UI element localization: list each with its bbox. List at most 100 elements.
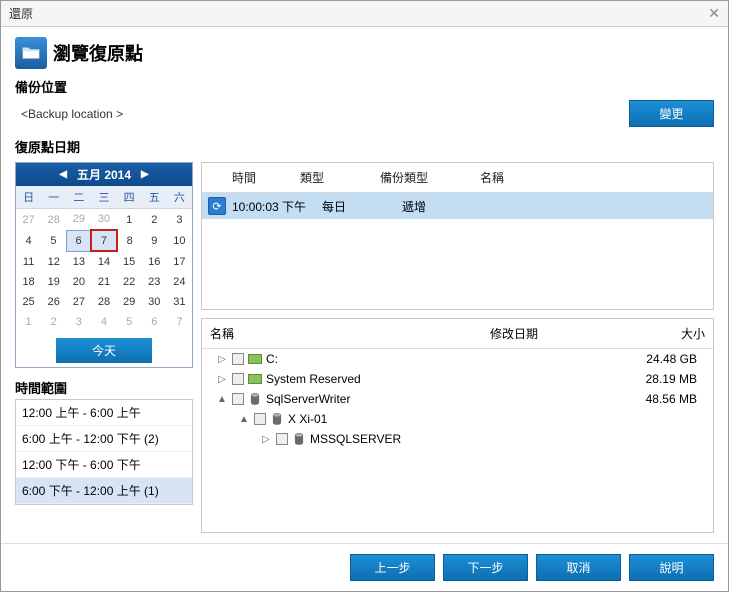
cal-day[interactable]: 15	[117, 251, 142, 272]
tree-node-label: C:	[266, 352, 278, 366]
cal-day[interactable]: 8	[117, 230, 142, 251]
cal-day[interactable]: 2	[142, 209, 167, 231]
cal-prev-icon[interactable]: ◀	[59, 169, 67, 180]
tree-col-name[interactable]: 名稱	[202, 319, 482, 348]
tree-row[interactable]: ▷ C: 24.48 GB	[202, 349, 713, 369]
checkbox[interactable]	[232, 393, 244, 405]
today-button[interactable]: 今天	[56, 338, 152, 363]
tree-node-size: 24.48 GB	[598, 352, 707, 366]
cal-day[interactable]: 16	[142, 251, 167, 272]
tree-row[interactable]: ▷ MSSQLSERVER	[202, 429, 713, 449]
cancel-button[interactable]: 取消	[536, 554, 621, 581]
col-time[interactable]: 時間	[202, 163, 292, 192]
expand-icon[interactable]: ▲	[216, 394, 228, 405]
time-range-label: 時間範圍	[15, 378, 193, 397]
cal-day[interactable]: 27	[16, 209, 41, 231]
tree-node-size: 48.56 MB	[598, 392, 707, 406]
cal-dow: 一	[41, 186, 66, 209]
time-range-item[interactable]: 12:00 上午 - 6:00 上午	[16, 400, 192, 426]
cal-day[interactable]: 11	[16, 251, 41, 272]
checkbox[interactable]	[232, 353, 244, 365]
cal-day[interactable]: 1	[117, 209, 142, 231]
cal-next-icon[interactable]: ▶	[141, 169, 149, 180]
cal-day[interactable]: 26	[41, 292, 66, 312]
cal-day[interactable]: 3	[66, 312, 91, 332]
next-button[interactable]: 下一步	[443, 554, 528, 581]
cal-day[interactable]: 28	[41, 209, 66, 231]
expand-icon[interactable]: ▷	[260, 434, 272, 445]
time-range-list: 12:00 上午 - 6:00 上午6:00 上午 - 12:00 下午 (2)…	[15, 399, 193, 505]
cal-day[interactable]: 3	[167, 209, 192, 231]
cal-day[interactable]: 28	[91, 292, 116, 312]
cal-day[interactable]: 2	[41, 312, 66, 332]
footer: 上一步 下一步 取消 說明	[1, 543, 728, 591]
tree-row[interactable]: ▲SqlServerWriter48.56 MB	[202, 389, 713, 409]
expand-icon[interactable]: ▲	[238, 414, 250, 425]
cal-day[interactable]: 24	[167, 272, 192, 292]
cal-day[interactable]: 14	[91, 251, 116, 272]
cal-day[interactable]: 20	[66, 272, 91, 292]
time-range-item[interactable]: 6:00 上午 - 12:00 下午 (2)	[16, 426, 192, 452]
tree-col-size[interactable]: 大小	[602, 319, 713, 348]
backup-location-text: <Backup location >	[15, 107, 123, 121]
expand-icon[interactable]: ▷	[216, 354, 228, 365]
cal-day[interactable]: 4	[16, 230, 41, 251]
cal-dow: 四	[117, 186, 142, 209]
cal-day[interactable]: 6	[66, 230, 91, 251]
col-name[interactable]: 名稱	[472, 163, 713, 192]
recovery-point-row[interactable]: ⟳10:00:03 下午每日遞增	[202, 193, 713, 219]
cal-day[interactable]: 7	[91, 230, 116, 251]
cal-day[interactable]: 30	[142, 292, 167, 312]
time-range-item[interactable]: 6:00 下午 - 12:00 上午 (1)	[16, 478, 192, 504]
close-icon[interactable]: ✕	[708, 5, 720, 22]
checkbox[interactable]	[276, 433, 288, 445]
tree-node-size: 28.19 MB	[598, 372, 707, 386]
time-range-item[interactable]: 12:00 下午 - 6:00 下午	[16, 452, 192, 478]
prev-button[interactable]: 上一步	[350, 554, 435, 581]
sql-icon	[292, 432, 306, 446]
recovery-point-icon: ⟳	[208, 197, 226, 215]
sql-icon	[270, 412, 284, 426]
cal-day[interactable]: 27	[66, 292, 91, 312]
cal-day[interactable]: 9	[142, 230, 167, 251]
tree-row[interactable]: ▷System Reserved28.19 MB	[202, 369, 713, 389]
cal-day[interactable]: 18	[16, 272, 41, 292]
cal-day[interactable]: 17	[167, 251, 192, 272]
file-tree: 名稱 修改日期 大小 ▷ C: 24.48 GB ▷System Reserved28…	[201, 318, 714, 533]
change-button[interactable]: 變更	[629, 100, 714, 127]
cal-day[interactable]: 31	[167, 292, 192, 312]
cal-day[interactable]: 25	[16, 292, 41, 312]
cal-day[interactable]: 7	[167, 312, 192, 332]
cal-day[interactable]: 6	[142, 312, 167, 332]
cal-day[interactable]: 10	[167, 230, 192, 251]
cal-day[interactable]: 29	[66, 209, 91, 231]
cal-day[interactable]: 23	[142, 272, 167, 292]
cal-day[interactable]: 13	[66, 251, 91, 272]
checkbox[interactable]	[232, 373, 244, 385]
checkbox[interactable]	[254, 413, 266, 425]
cal-day[interactable]: 5	[41, 230, 66, 251]
cal-day[interactable]: 5	[117, 312, 142, 332]
cal-day[interactable]: 1	[16, 312, 41, 332]
help-button[interactable]: 說明	[629, 554, 714, 581]
cal-day[interactable]: 22	[117, 272, 142, 292]
cal-day[interactable]: 4	[91, 312, 116, 332]
folder-icon	[15, 37, 47, 69]
tree-row[interactable]: ▲X Xi-01	[202, 409, 713, 429]
expand-icon[interactable]: ▷	[216, 374, 228, 385]
col-type[interactable]: 類型	[292, 163, 372, 192]
calendar-grid: 日一二三四五六 27282930123456789101112131415161…	[16, 186, 192, 332]
cal-day[interactable]: 29	[117, 292, 142, 312]
cal-dow: 二	[66, 186, 91, 209]
cal-dow: 五	[142, 186, 167, 209]
sql-icon	[248, 392, 262, 406]
cell-btype: 遞增	[402, 198, 502, 215]
cal-day[interactable]: 21	[91, 272, 116, 292]
cal-dow: 三	[91, 186, 116, 209]
cal-day[interactable]: 19	[41, 272, 66, 292]
col-btype[interactable]: 備份類型	[372, 163, 472, 192]
cal-day[interactable]: 30	[91, 209, 116, 231]
tree-col-date[interactable]: 修改日期	[482, 319, 602, 348]
tree-node-label: MSSQLSERVER	[310, 432, 401, 446]
cal-day[interactable]: 12	[41, 251, 66, 272]
